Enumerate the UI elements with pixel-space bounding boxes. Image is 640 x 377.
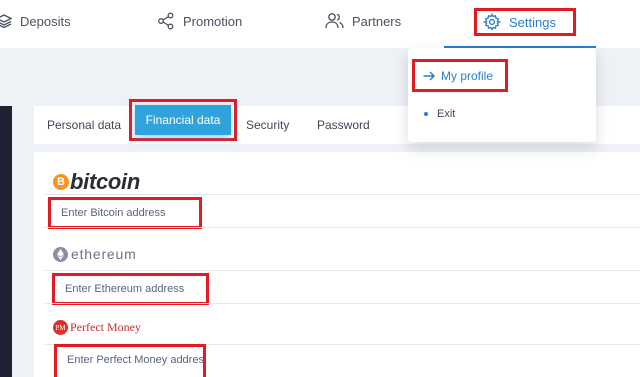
bullet-icon	[424, 112, 428, 116]
tab-personal-data[interactable]: Personal data	[47, 106, 121, 144]
bitcoin-logo: B bitcoin	[53, 169, 140, 195]
gear-icon	[483, 13, 501, 31]
nav-partners-label: Partners	[352, 13, 402, 29]
divider	[44, 194, 640, 195]
nav-deposits-label: Deposits	[20, 13, 71, 29]
perfect-money-address-input[interactable]	[54, 344, 206, 377]
arrow-right-icon	[423, 71, 435, 80]
tab-security[interactable]: Security	[246, 106, 289, 144]
menu-item-my-profile-label: My profile	[441, 68, 494, 83]
tab-financial-data-pill: Financial data	[135, 105, 231, 135]
menu-item-exit[interactable]: Exit	[424, 106, 455, 122]
bitcoin-icon: B	[53, 174, 69, 190]
perfect-money-wordmark: Perfect Money	[70, 320, 141, 334]
tab-financial-data[interactable]: Financial data	[129, 99, 237, 141]
tab-password[interactable]: Password	[317, 106, 370, 144]
divider	[44, 303, 640, 304]
nav-settings[interactable]: Settings	[474, 8, 576, 36]
bitcoin-address-input[interactable]	[48, 197, 202, 229]
ethereum-icon	[53, 246, 68, 262]
nav-promotion-label: Promotion	[183, 13, 243, 29]
perfect-money-logo: PM Perfect Money	[53, 320, 141, 335]
financial-data-panel: B bitcoin ethereum PM Perfect Money	[34, 152, 640, 377]
tab-financial-data-label: Financial data	[145, 113, 221, 127]
divider	[44, 270, 640, 271]
nav-deposits[interactable]: Deposits	[0, 0, 71, 42]
layers-icon	[0, 14, 12, 29]
settings-dropdown: My profile Exit	[408, 48, 596, 142]
ethereum-logo: ethereum	[53, 246, 137, 262]
sidebar-edge	[0, 106, 12, 377]
menu-item-my-profile[interactable]: My profile	[412, 59, 508, 92]
bitcoin-wordmark: bitcoin	[70, 169, 141, 194]
share-icon	[158, 12, 174, 30]
top-navigation: Deposits Promotion Partners Settings	[0, 0, 640, 48]
tab-password-label: Password	[317, 118, 370, 132]
ethereum-address-input[interactable]	[52, 273, 209, 305]
users-icon	[325, 13, 344, 29]
nav-settings-label: Settings	[509, 14, 556, 30]
ethereum-wordmark: ethereum	[71, 246, 137, 262]
tab-security-label: Security	[246, 118, 290, 132]
nav-promotion[interactable]: Promotion	[157, 0, 242, 42]
nav-partners[interactable]: Partners	[325, 0, 401, 42]
tab-personal-data-label: Personal data	[47, 118, 122, 132]
perfect-money-icon: PM	[53, 320, 68, 335]
menu-item-exit-label: Exit	[437, 108, 456, 120]
divider	[44, 227, 640, 228]
